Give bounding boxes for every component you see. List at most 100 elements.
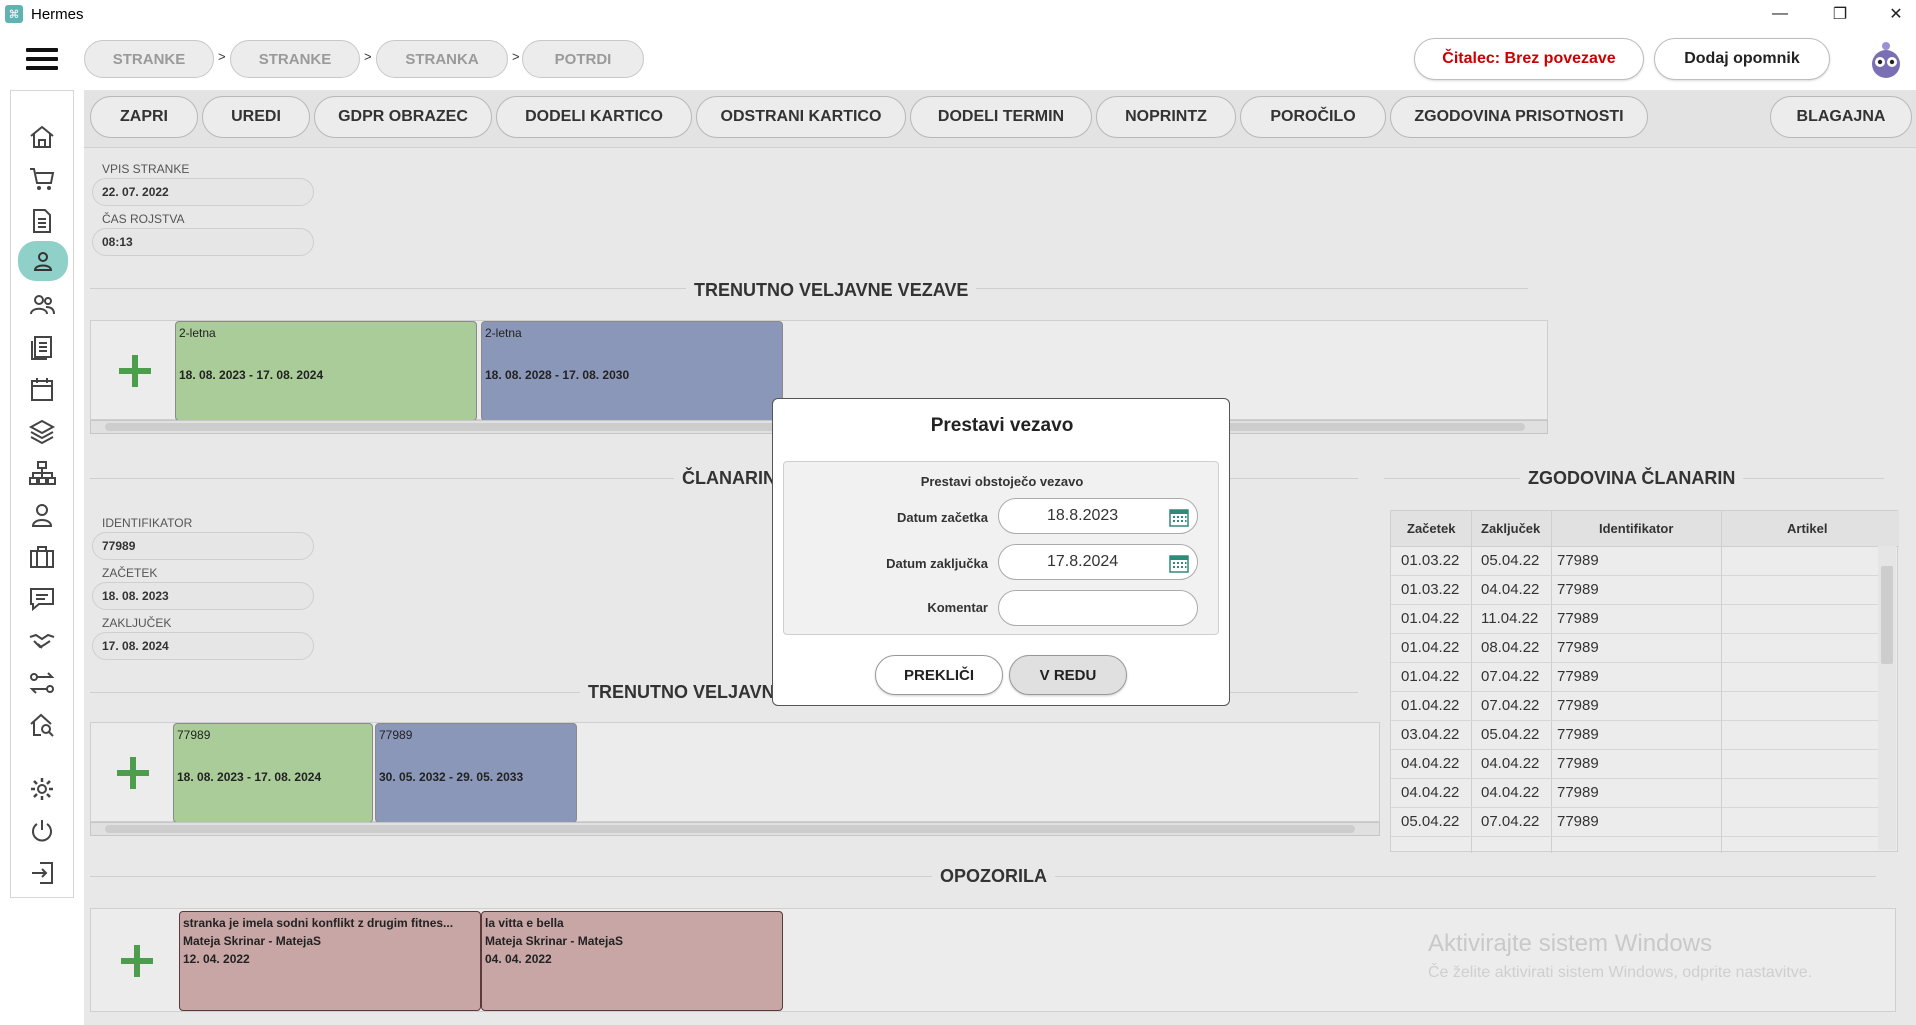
- col-article: Artikel: [1787, 521, 1828, 536]
- add-warning-icon[interactable]: [121, 945, 153, 977]
- table-cell: 01.04.22: [1401, 697, 1460, 714]
- ok-button[interactable]: V REDU: [1009, 655, 1127, 695]
- table-cell: 04.04.22: [1401, 755, 1460, 772]
- vezave-title: TRENUTNO VELJAVNE VEZAVE: [686, 280, 977, 301]
- sidebar: [10, 90, 74, 898]
- cash-register-button[interactable]: BLAGAJNA: [1770, 96, 1912, 138]
- vezava-card[interactable]: 2-letna 18. 08. 2028 - 17. 08. 2030: [481, 321, 783, 421]
- handshake-icon[interactable]: [24, 623, 60, 659]
- table-row[interactable]: 01.03.22 05.04.22 77989: [1391, 547, 1881, 576]
- start-date-field[interactable]: 18.8.2023: [998, 498, 1198, 534]
- report-button[interactable]: POROČILO: [1240, 96, 1386, 138]
- table-cell: 01.04.22: [1401, 610, 1460, 627]
- warnings-title: OPOZORILA: [932, 866, 1055, 887]
- table-cell: 77989: [1557, 784, 1599, 801]
- table-cell: 01.03.22: [1401, 552, 1460, 569]
- table-cell: 07.04.22: [1481, 668, 1540, 685]
- end-field: 17. 08. 2024: [92, 632, 314, 660]
- birth-time-label: ČAS ROJSTVA: [102, 212, 185, 226]
- uredi-button[interactable]: UREDI: [202, 96, 310, 138]
- assign-card-button[interactable]: DODELI KARTICO: [496, 96, 692, 138]
- start-field: 18. 08. 2023: [92, 582, 314, 610]
- membership-card[interactable]: 77989 18. 08. 2023 - 17. 08. 2024: [173, 723, 373, 823]
- table-row[interactable]: 03.04.22 05.04.22 77989: [1391, 721, 1881, 750]
- membership-card[interactable]: 77989 30. 05. 2032 - 29. 05. 2033: [375, 723, 577, 823]
- end-label: ZAKLJUČEK: [102, 616, 172, 630]
- zapri-button[interactable]: ZAPRI: [90, 96, 198, 138]
- table-cell: 05.04.22: [1401, 813, 1460, 830]
- warning-card[interactable]: stranka je imela sodni konflikt z drugim…: [179, 911, 481, 1011]
- breadcrumb-potrdi[interactable]: POTRDI: [522, 40, 644, 78]
- table-row[interactable]: 01.04.22 07.04.22 77989: [1391, 692, 1881, 721]
- breadcrumb-stranka[interactable]: STRANKA: [376, 40, 508, 78]
- table-cell: 01.03.22: [1401, 581, 1460, 598]
- clanarina-title: ČLANARIN: [674, 468, 784, 489]
- birth-time-field: 08:13: [92, 228, 314, 256]
- users-icon[interactable]: [24, 287, 60, 323]
- dialog-form: Prestavi obstoječo vezavo Datum začetka …: [783, 461, 1219, 635]
- memberships-panel: 77989 18. 08. 2023 - 17. 08. 2024 77989 …: [90, 722, 1380, 823]
- calendar-icon[interactable]: [24, 371, 60, 407]
- table-row[interactable]: 04.04.22 04.04.22 77989: [1391, 779, 1881, 808]
- hierarchy-icon[interactable]: [24, 455, 60, 491]
- breadcrumb-stranke-1[interactable]: STRANKE: [84, 40, 214, 78]
- warnings-panel: stranka je imela sodni konflikt z drugim…: [90, 908, 1896, 1012]
- employee-icon[interactable]: [24, 497, 60, 533]
- app-title: Hermes: [31, 5, 84, 23]
- add-reminder-button[interactable]: Dodaj opomnik: [1654, 38, 1830, 80]
- restore-button[interactable]: ❐: [1812, 0, 1868, 28]
- reader-status-button[interactable]: Čitalec: Brez povezave: [1414, 38, 1644, 80]
- breadcrumb-stranke-2[interactable]: STRANKE: [230, 40, 360, 78]
- memberships-scrollbar[interactable]: [90, 822, 1380, 836]
- windows-activation-hint: Če želite aktivirati sistem Windows, odp…: [1428, 964, 1813, 981]
- home-icon[interactable]: [24, 119, 60, 155]
- breadcrumb-separator: >: [218, 49, 226, 64]
- table-cell: 04.04.22: [1401, 784, 1460, 801]
- windows-activation-watermark: Aktivirajte sistem Windows: [1428, 930, 1713, 957]
- action-bar: ZAPRI UREDI GDPR OBRAZEC DODELI KARTICO …: [84, 90, 1916, 148]
- attendance-history-button[interactable]: ZGODOVINA PRISOTNOSTI: [1390, 96, 1648, 138]
- table-row[interactable]: 01.04.22 11.04.22 77989: [1391, 605, 1881, 634]
- close-button[interactable]: ✕: [1868, 0, 1916, 28]
- menu-icon[interactable]: [26, 48, 58, 70]
- identifier-label: IDENTIFIKATOR: [102, 516, 193, 530]
- user-avatar-icon[interactable]: [1868, 40, 1904, 80]
- list-icon[interactable]: [24, 329, 60, 365]
- house-search-icon[interactable]: [24, 707, 60, 743]
- table-row[interactable]: 01.03.22 04.04.22 77989: [1391, 576, 1881, 605]
- transfer-icon[interactable]: [24, 665, 60, 701]
- table-cell: 77989: [1557, 697, 1599, 714]
- col-start: Začetek: [1407, 521, 1456, 536]
- calendar-icon[interactable]: [1169, 554, 1189, 573]
- table-cell: 05.04.22: [1481, 552, 1540, 569]
- table-row[interactable]: 05.04.22 07.04.22 77989: [1391, 808, 1881, 837]
- history-scrollbar[interactable]: [1878, 546, 1896, 850]
- add-vezava-icon[interactable]: [119, 355, 151, 387]
- assign-term-button[interactable]: DODELI TERMIN: [910, 96, 1092, 138]
- cart-icon[interactable]: [24, 161, 60, 197]
- layers-icon[interactable]: [24, 413, 60, 449]
- remove-card-button[interactable]: ODSTRANI KARTICO: [696, 96, 906, 138]
- warning-card[interactable]: la vitta e bella Mateja Skrinar - Mateja…: [481, 911, 783, 1011]
- minimize-button[interactable]: —: [1752, 0, 1808, 28]
- top-bar: STRANKE > STRANKE > STRANKA > POTRDI Čit…: [0, 28, 1916, 90]
- briefcase-icon[interactable]: [24, 539, 60, 575]
- vezava-card[interactable]: 2-letna 18. 08. 2023 - 17. 08. 2024: [175, 321, 477, 421]
- user-icon[interactable]: [18, 241, 68, 281]
- chat-icon[interactable]: [24, 581, 60, 617]
- gdpr-button[interactable]: GDPR OBRAZEC: [314, 96, 492, 138]
- table-row[interactable]: 01.04.22 07.04.22 77989: [1391, 663, 1881, 692]
- gear-icon[interactable]: [24, 771, 60, 807]
- table-row[interactable]: 01.04.22 08.04.22 77989: [1391, 634, 1881, 663]
- noprintz-button[interactable]: NOPRINTZ: [1096, 96, 1236, 138]
- add-membership-icon[interactable]: [117, 757, 149, 789]
- end-date-field[interactable]: 17.8.2024: [998, 544, 1198, 580]
- calendar-icon[interactable]: [1169, 508, 1189, 527]
- cancel-button[interactable]: PREKLIČI: [875, 655, 1003, 695]
- document-icon[interactable]: [24, 203, 60, 239]
- logout-icon[interactable]: [24, 855, 60, 891]
- table-row[interactable]: 04.04.22 04.04.22 77989: [1391, 750, 1881, 779]
- comment-field[interactable]: [998, 590, 1198, 626]
- power-icon[interactable]: [24, 813, 60, 849]
- start-date-label: Datum začetka: [896, 510, 988, 525]
